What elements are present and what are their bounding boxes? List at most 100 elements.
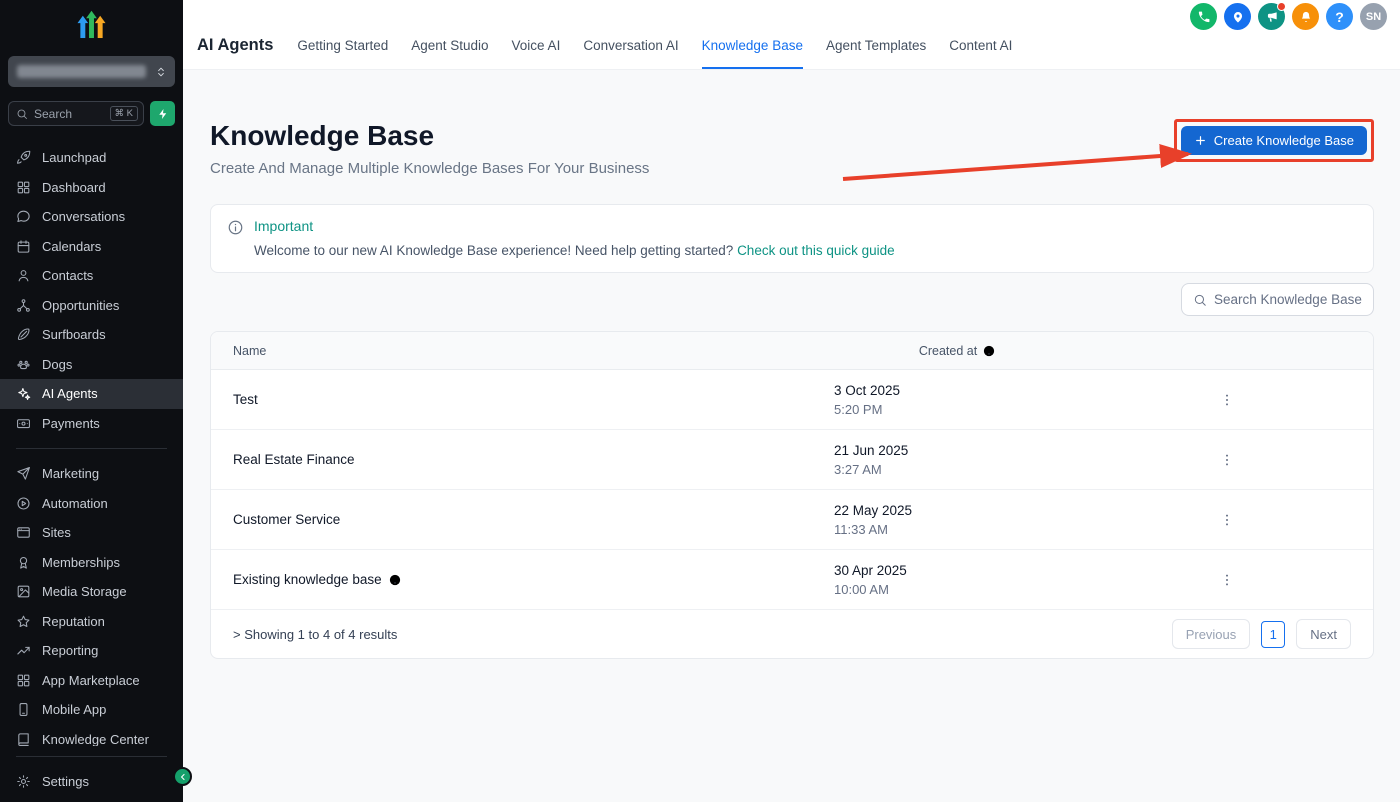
sidebar-item-conversations[interactable]: Conversations [0, 202, 183, 232]
pin-button[interactable] [1224, 3, 1251, 30]
calendar-icon [16, 239, 31, 254]
announcements-button[interactable] [1258, 3, 1285, 30]
results-summary: > Showing 1 to 4 of 4 results [233, 627, 397, 642]
sidebar-item-ai-agents[interactable]: AI Agents [0, 379, 183, 409]
table-row[interactable]: Real Estate Finance 21 Jun 2025 3:27 AM [211, 430, 1373, 490]
help-circle-icon[interactable] [982, 344, 996, 358]
sidebar-item-dashboard[interactable]: Dashboard [0, 173, 183, 203]
sidebar-item-memberships[interactable]: Memberships [0, 548, 183, 578]
plus-icon [1194, 134, 1207, 147]
kb-created-time: 10:00 AM [834, 582, 1081, 597]
sidebar-item-opportunities[interactable]: Opportunities [0, 291, 183, 321]
row-menu-button[interactable] [1215, 448, 1239, 472]
sidebar-item-label: Dogs [42, 357, 72, 372]
topbar: AI Agents Getting Started Agent Studio V… [183, 0, 1400, 70]
sidebar-search-input[interactable] [34, 107, 98, 121]
paper-plane-icon [16, 466, 31, 481]
page-number-button[interactable]: 1 [1261, 621, 1285, 648]
table-header-row: Name Created at [211, 332, 1373, 370]
tab-content-ai[interactable]: Content AI [949, 22, 1012, 69]
sidebar-item-automation[interactable]: Automation [0, 489, 183, 519]
sidebar-item-sites[interactable]: Sites [0, 518, 183, 548]
sidebar-collapse-button[interactable] [173, 767, 192, 786]
next-page-button[interactable]: Next [1296, 619, 1351, 649]
avatar-initials: SN [1366, 11, 1381, 23]
table-row[interactable]: Existing knowledge base 30 Apr 2025 10:0… [211, 550, 1373, 610]
kb-created-time: 3:27 AM [834, 462, 1081, 477]
help-circle-icon[interactable] [388, 573, 402, 587]
sidebar-item-media-storage[interactable]: Media Storage [0, 577, 183, 607]
row-menu-button[interactable] [1215, 508, 1239, 532]
quick-guide-link[interactable]: Check out this quick guide [737, 243, 895, 258]
table-row[interactable]: Customer Service 22 May 2025 11:33 AM [211, 490, 1373, 550]
sidebar-item-settings[interactable]: Settings [0, 767, 183, 797]
notification-dot [1277, 2, 1286, 11]
sidebar-item-label: Calendars [42, 239, 101, 254]
main-area: AI Agents Getting Started Agent Studio V… [183, 0, 1400, 802]
tab-agent-templates[interactable]: Agent Templates [826, 22, 926, 69]
info-banner: Important Welcome to our new AI Knowledg… [210, 204, 1374, 273]
annotation-highlight-box: Create Knowledge Base [1174, 119, 1374, 162]
user-avatar[interactable]: SN [1360, 3, 1387, 30]
row-menu-button[interactable] [1215, 568, 1239, 592]
sidebar-item-mobile-app[interactable]: Mobile App [0, 695, 183, 725]
sidebar-item-label: Sites [42, 525, 71, 540]
gear-icon [16, 774, 31, 789]
topbar-actions: ? SN [1190, 3, 1387, 30]
sidebar-item-knowledge-center[interactable]: Knowledge Center [0, 725, 183, 746]
section-title: AI Agents [197, 36, 273, 55]
phone-button[interactable] [1190, 3, 1217, 30]
tab-getting-started[interactable]: Getting Started [297, 22, 388, 69]
tab-agent-studio[interactable]: Agent Studio [411, 22, 488, 69]
row-menu-button[interactable] [1215, 388, 1239, 412]
tab-conversation-ai[interactable]: Conversation AI [583, 22, 678, 69]
sidebar-item-marketing[interactable]: Marketing [0, 459, 183, 489]
sidebar-item-contacts[interactable]: Contacts [0, 261, 183, 291]
previous-page-button[interactable]: Previous [1172, 619, 1251, 649]
sidebar-item-payments[interactable]: Payments [0, 409, 183, 439]
mobile-phone-icon [16, 702, 31, 717]
tab-knowledge-base[interactable]: Knowledge Base [702, 22, 803, 69]
kebab-menu-icon [1219, 512, 1235, 528]
kb-name: Test [233, 392, 258, 407]
sidebar-item-calendars[interactable]: Calendars [0, 232, 183, 262]
create-button-label: Create Knowledge Base [1214, 133, 1354, 148]
sidebar-item-label: Knowledge Center [42, 732, 149, 746]
sidebar-item-dogs[interactable]: Dogs [0, 350, 183, 380]
sidebar-item-reporting[interactable]: Reporting [0, 636, 183, 666]
search-icon [16, 108, 28, 120]
sidebar-search[interactable]: ⌘ K [8, 101, 144, 126]
table-row[interactable]: Test 3 Oct 2025 5:20 PM [211, 370, 1373, 430]
sidebar-item-label: Conversations [42, 209, 125, 224]
column-header-created-at: Created at [834, 344, 1081, 358]
contact-icon [16, 268, 31, 283]
notifications-button[interactable] [1292, 3, 1319, 30]
question-mark-icon: ? [1335, 9, 1344, 25]
sidebar-item-reputation[interactable]: Reputation [0, 607, 183, 637]
sidebar-divider [16, 756, 167, 757]
phone-icon [1197, 10, 1211, 24]
search-icon [1193, 293, 1207, 307]
account-name-redacted [17, 65, 146, 78]
account-selector[interactable] [8, 56, 175, 87]
search-shortcut-badge: ⌘ K [110, 106, 138, 121]
kebab-menu-icon [1219, 572, 1235, 588]
create-knowledge-base-button[interactable]: Create Knowledge Base [1181, 126, 1367, 155]
chevron-up-down-icon [154, 65, 168, 79]
sidebar-item-app-marketplace[interactable]: App Marketplace [0, 666, 183, 696]
surfboard-icon [16, 327, 31, 342]
knowledge-base-search[interactable] [1181, 283, 1374, 316]
sidebar-item-launchpad[interactable]: Launchpad [0, 143, 183, 173]
sidebar-item-label: Reporting [42, 643, 98, 658]
tab-voice-ai[interactable]: Voice AI [512, 22, 561, 69]
quick-actions-button[interactable] [150, 101, 175, 126]
star-icon [16, 614, 31, 629]
banner-body: Important Welcome to our new AI Knowledg… [254, 218, 895, 259]
image-icon [16, 584, 31, 599]
table-toolbar [210, 283, 1374, 316]
help-button[interactable]: ? [1326, 3, 1353, 30]
sidebar-item-surfboards[interactable]: Surfboards [0, 320, 183, 350]
browser-icon [16, 525, 31, 540]
page-title-block: Knowledge Base Create And Manage Multipl… [210, 119, 649, 178]
knowledge-base-search-input[interactable] [1214, 292, 1362, 307]
